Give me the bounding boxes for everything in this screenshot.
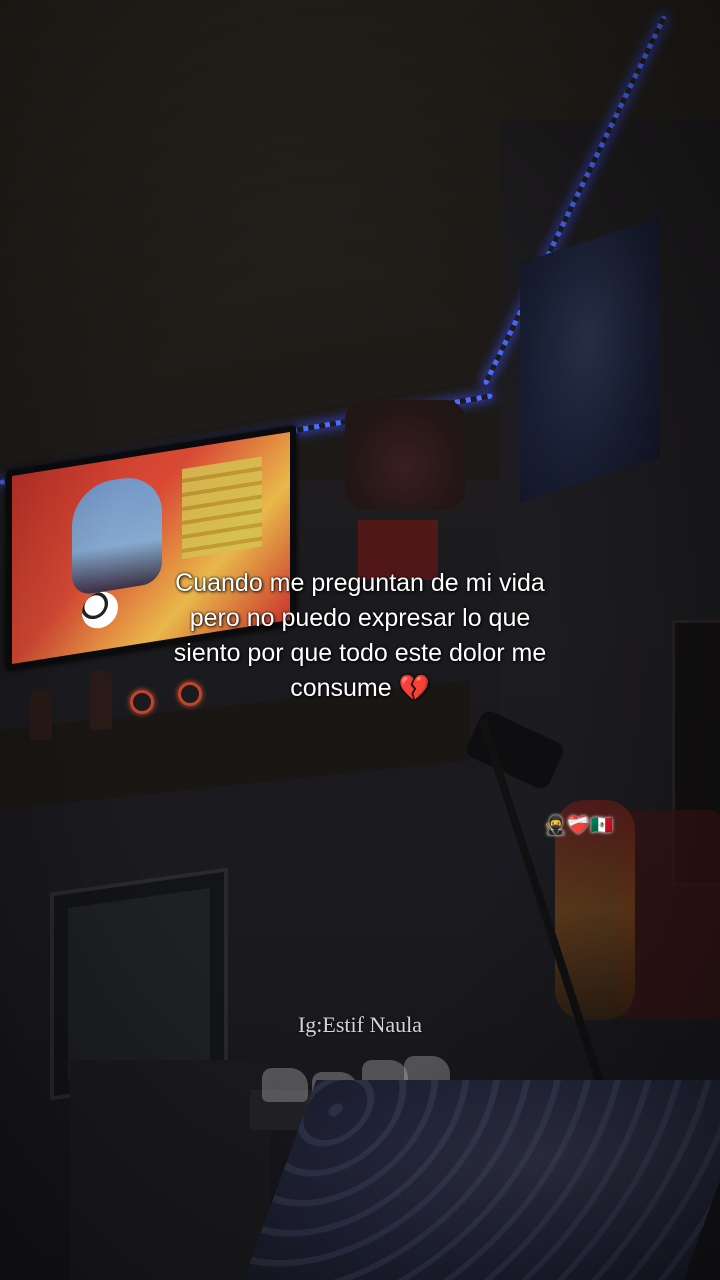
photo-background: Cuando me preguntan de mi vida pero no p… [0, 0, 720, 1280]
credit-watermark: Ig:Estif Naula [297, 1012, 423, 1037]
caption-line: pero no puedo expresar lo que [189, 604, 531, 632]
caption-line: Cuando me preguntan de mi vida [175, 569, 545, 597]
emoji-sticker: 🥷❤️‍🩹🇲🇽 [544, 815, 615, 836]
caption-text: Cuando me preguntan de mi vida pero no p… [120, 566, 600, 706]
caption-line: siento por que todo este dolor me [173, 639, 547, 667]
broken-heart-icon: 💔 [398, 674, 430, 702]
caption-line: consume [290, 674, 392, 702]
